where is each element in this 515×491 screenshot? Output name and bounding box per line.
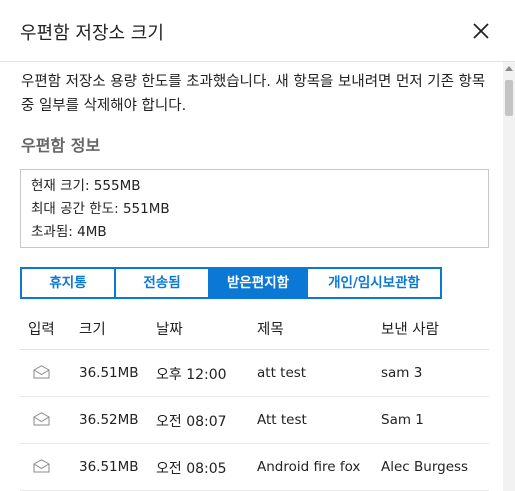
- max-size-text: 최대 공간 한도: 551MB: [31, 201, 170, 217]
- envelope-icon: [33, 412, 50, 426]
- quota-warning-text: 우편함 저장소 용량 한도를 초과했습니다. 새 항목을 보내려면 먼저 기존 …: [21, 74, 486, 114]
- tab-personal-drafts[interactable]: 개인/임시보관함: [308, 269, 440, 297]
- row-subject: Android fire fox: [257, 459, 361, 475]
- dialog-title: 우편함 저장소 크기: [20, 23, 164, 44]
- envelope-icon: [33, 459, 50, 473]
- table-row[interactable]: 36.51MB 오후 12:00 att test sam 3: [20, 350, 489, 397]
- tab-trash[interactable]: 휴지통: [22, 269, 116, 297]
- dialog-header: 우편함 저장소 크기: [0, 0, 515, 62]
- row-sender: sam 3: [381, 365, 423, 381]
- row-subject: att test: [257, 365, 307, 381]
- close-button[interactable]: [466, 16, 496, 46]
- scrollbar-thumb[interactable]: [505, 80, 513, 116]
- column-header-sender[interactable]: 보낸 사람: [381, 318, 439, 339]
- row-date: 오전 08:05: [156, 461, 227, 477]
- mailbox-info-box: 현재 크기: 555MB 최대 공간 한도: 551MB 초과됨: 4MB: [20, 169, 489, 248]
- envelope-icon: [33, 365, 50, 379]
- row-size: 36.51MB: [79, 459, 139, 475]
- row-date: 오전 08:07: [156, 414, 227, 430]
- tab-sent[interactable]: 전송됨: [116, 269, 210, 297]
- dialog-content: 우편함 저장소 용량 한도를 초과했습니다. 새 항목을 보내려면 먼저 기존 …: [0, 62, 503, 491]
- row-size: 36.52MB: [79, 412, 139, 428]
- mailbox-info-title: 우편함 정보: [21, 136, 101, 155]
- table-row[interactable]: 36.51MB 오전 08:05 Android fire fox Alec B…: [20, 444, 489, 491]
- column-header-subject[interactable]: 제목: [257, 318, 284, 339]
- scroll-up-arrow-icon[interactable]: [505, 66, 513, 71]
- table-row[interactable]: 36.52MB 오전 08:07 Att test Sam 1: [20, 397, 489, 444]
- row-sender: Sam 1: [381, 412, 424, 428]
- row-subject: Att test: [257, 412, 307, 428]
- column-header-date[interactable]: 날짜: [156, 318, 183, 339]
- tab-inbox[interactable]: 받은편지함: [210, 269, 308, 297]
- exceeded-text: 초과됨: 4MB: [31, 224, 107, 240]
- vertical-scrollbar[interactable]: [503, 62, 515, 491]
- row-date: 오후 12:00: [156, 367, 227, 383]
- close-icon: [473, 23, 489, 39]
- folder-tabs: 휴지통 전송됨 받은편지함 개인/임시보관함: [20, 267, 442, 299]
- table-header: 입력 크기 날짜 제목 보낸 사람: [20, 314, 489, 350]
- row-sender: Alec Burgess: [381, 459, 469, 475]
- column-header-size[interactable]: 크기: [79, 318, 106, 339]
- column-header-type[interactable]: 입력: [28, 318, 55, 339]
- row-size: 36.51MB: [79, 365, 139, 381]
- current-size-text: 현재 크기: 555MB: [31, 178, 141, 194]
